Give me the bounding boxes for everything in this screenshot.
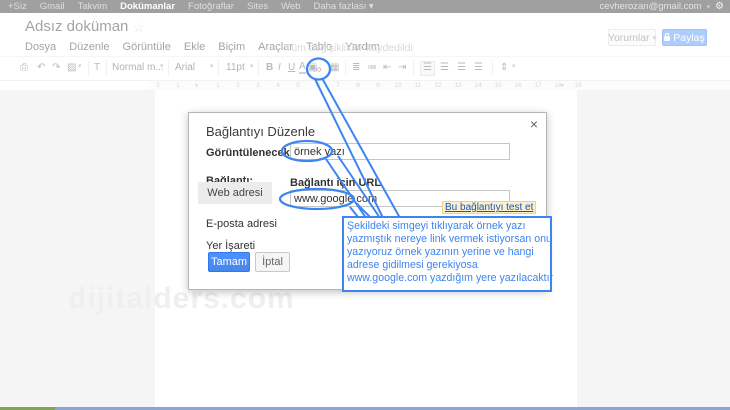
callout-text-line: www.google.com yazdığım yere yazılacaktı… — [347, 272, 547, 285]
callout-text-line: Şekildeki simgeyi tıklıyarak örnek yazı — [347, 220, 547, 233]
link-type-web-option[interactable]: Web adresi — [198, 182, 272, 204]
callout-text-line: yazıyoruz örnek yazının yerine ve hangi — [347, 246, 547, 259]
tutorial-callout-box: Şekildeki simgeyi tıklıyarak örnek yazıy… — [342, 216, 552, 292]
link-type-bookmark-option[interactable]: Yer İşareti — [206, 240, 255, 252]
google-docs-window: +SizGmailTakvimDokümanlarFotoğraflarSite… — [0, 0, 730, 410]
test-link[interactable]: Bu bağlantıyı test et — [442, 201, 536, 214]
link-type-email-option[interactable]: E-posta adresi — [206, 218, 277, 230]
url-label: Bağlantı için URL — [290, 177, 381, 189]
callout-text-line: yazmıştık nereye link vermek istiyorsan … — [347, 233, 547, 246]
dialog-title: Bağlantıyı Düzenle — [206, 124, 315, 139]
callout-text-line: adrese gidilmesi gerekiyosa — [347, 259, 547, 272]
cancel-button[interactable]: İptal — [255, 252, 290, 272]
ok-button[interactable]: Tamam — [208, 252, 250, 272]
display-text-input[interactable] — [290, 143, 510, 160]
close-icon[interactable]: × — [530, 116, 538, 132]
